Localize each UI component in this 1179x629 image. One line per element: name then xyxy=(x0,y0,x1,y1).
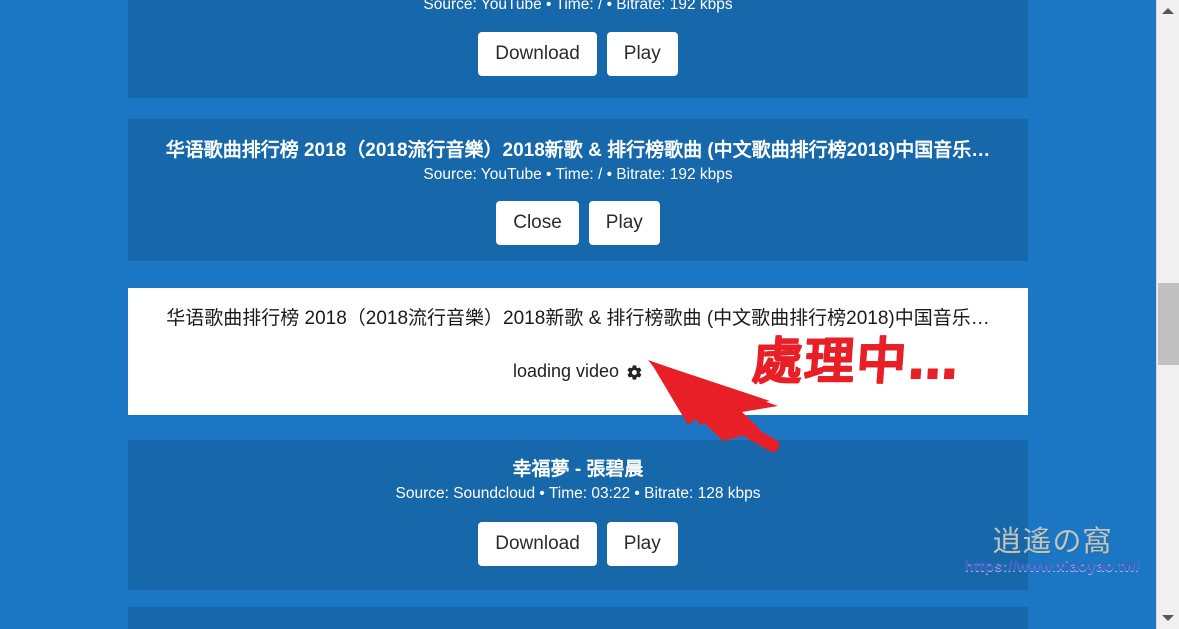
gear-icon xyxy=(626,364,643,381)
result-meta: Source: YouTube • Time: / • Bitrate: 192… xyxy=(423,0,733,13)
play-button[interactable]: Play xyxy=(606,32,678,76)
result-meta: Source: YouTube • Time: / • Bitrate: 192… xyxy=(423,166,733,183)
download-button[interactable]: Download xyxy=(478,522,597,566)
download-button[interactable]: Download xyxy=(478,32,597,76)
scrollbar-thumb[interactable] xyxy=(1158,283,1179,365)
watermark-logo: 逍遙の窩 xyxy=(992,524,1113,558)
result-actions: Download Play xyxy=(138,522,1018,566)
play-button[interactable]: Play xyxy=(606,522,678,566)
play-button[interactable]: Play xyxy=(588,201,660,245)
scroll-down-arrow-icon[interactable] xyxy=(1157,607,1179,629)
result-title: 华语歌曲排行榜 2018（2018流行音樂）2018新歌 & 排行榜歌曲 (中文… xyxy=(165,140,991,161)
result-actions: Download Play xyxy=(138,32,1018,76)
result-card: 华语歌曲排行榜 2018（2018流行音樂）2018新歌 & 排行榜歌曲 (中文… xyxy=(128,119,1028,261)
result-card: Source: YouTube • Time: / • Bitrate: 192… xyxy=(128,0,1028,98)
result-title: 华语歌曲排行榜 2018（2018流行音樂）2018新歌 & 排行榜歌曲 (中文… xyxy=(166,308,990,329)
loading-status: loading video xyxy=(138,361,1018,382)
results-list: Source: YouTube • Time: / • Bitrate: 192… xyxy=(0,0,1156,629)
result-card: 幸福夢 - 張碧晨 Source: Soundcloud • Time: 03:… xyxy=(128,440,1028,590)
watermark-url: https://www.xiaoyao.tw/ xyxy=(964,559,1141,575)
vertical-scrollbar[interactable] xyxy=(1156,0,1179,629)
close-button[interactable]: Close xyxy=(496,201,579,245)
browser-viewport: Source: YouTube • Time: / • Bitrate: 192… xyxy=(0,0,1179,629)
site-watermark: 逍遙の窩 https://www.xiaoyao.tw/ xyxy=(955,524,1150,586)
result-actions: Close Play xyxy=(138,201,1018,245)
result-title: 幸福夢 - 張碧晨 xyxy=(512,459,644,480)
result-meta: Source: Soundcloud • Time: 03:22 • Bitra… xyxy=(395,485,761,502)
result-card-active: 华语歌曲排行榜 2018（2018流行音樂）2018新歌 & 排行榜歌曲 (中文… xyxy=(128,288,1028,415)
result-card xyxy=(128,607,1028,629)
loading-label: loading video xyxy=(512,361,620,381)
scroll-up-arrow-icon[interactable] xyxy=(1157,0,1179,22)
